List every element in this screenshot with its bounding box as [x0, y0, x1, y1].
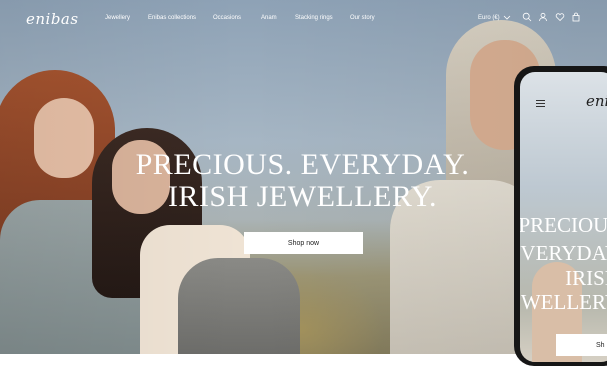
nav-item-enibas-collections[interactable]: Enibas collections: [148, 15, 196, 21]
currency-label: Euro (€): [478, 15, 500, 21]
nav-item-anam[interactable]: Anam: [261, 15, 277, 21]
mobile-headline-line-3: IRISH: [565, 266, 607, 290]
search-icon[interactable]: [522, 12, 532, 22]
nav-item-our-story[interactable]: Our story: [350, 15, 375, 21]
currency-selector[interactable]: Euro (€): [478, 15, 500, 21]
mobile-shop-now-label: Sh: [596, 341, 605, 349]
bag-icon[interactable]: [571, 12, 581, 22]
chevron-down-icon[interactable]: [502, 12, 512, 22]
brand-logo[interactable]: enibas: [26, 10, 79, 28]
hero-headline-line-2: IRISH JEWELLERY.: [167, 180, 438, 213]
heart-icon[interactable]: [555, 12, 565, 22]
mobile-shop-now-button[interactable]: Sh: [556, 334, 607, 356]
mobile-preview-screen: eni PRECIOUS EVERYDAY IRISH JEWELLERY Sh: [520, 72, 607, 362]
mobile-brand-logo[interactable]: eni: [586, 92, 607, 110]
hero-headline-line-1: PRECIOUS. EVERYDAY.: [135, 148, 470, 181]
menu-icon[interactable]: [536, 100, 545, 107]
nav-item-stacking-rings[interactable]: Stacking rings: [295, 15, 333, 21]
top-navigation: enibas Jewellery Enibas collections Occa…: [0, 0, 607, 36]
user-icon[interactable]: [538, 12, 548, 22]
nav-item-occasions[interactable]: Occasions: [213, 15, 241, 21]
shop-now-button[interactable]: Shop now: [244, 232, 363, 254]
mobile-headline-line-1: PRECIOUS: [520, 213, 607, 237]
nav-item-jewellery[interactable]: Jewellery: [105, 15, 130, 21]
shop-now-label: Shop now: [287, 239, 320, 247]
mobile-headline-line-4: JEWELLERY: [520, 290, 607, 314]
mobile-headline-line-2: EVERYDAY: [520, 241, 607, 265]
